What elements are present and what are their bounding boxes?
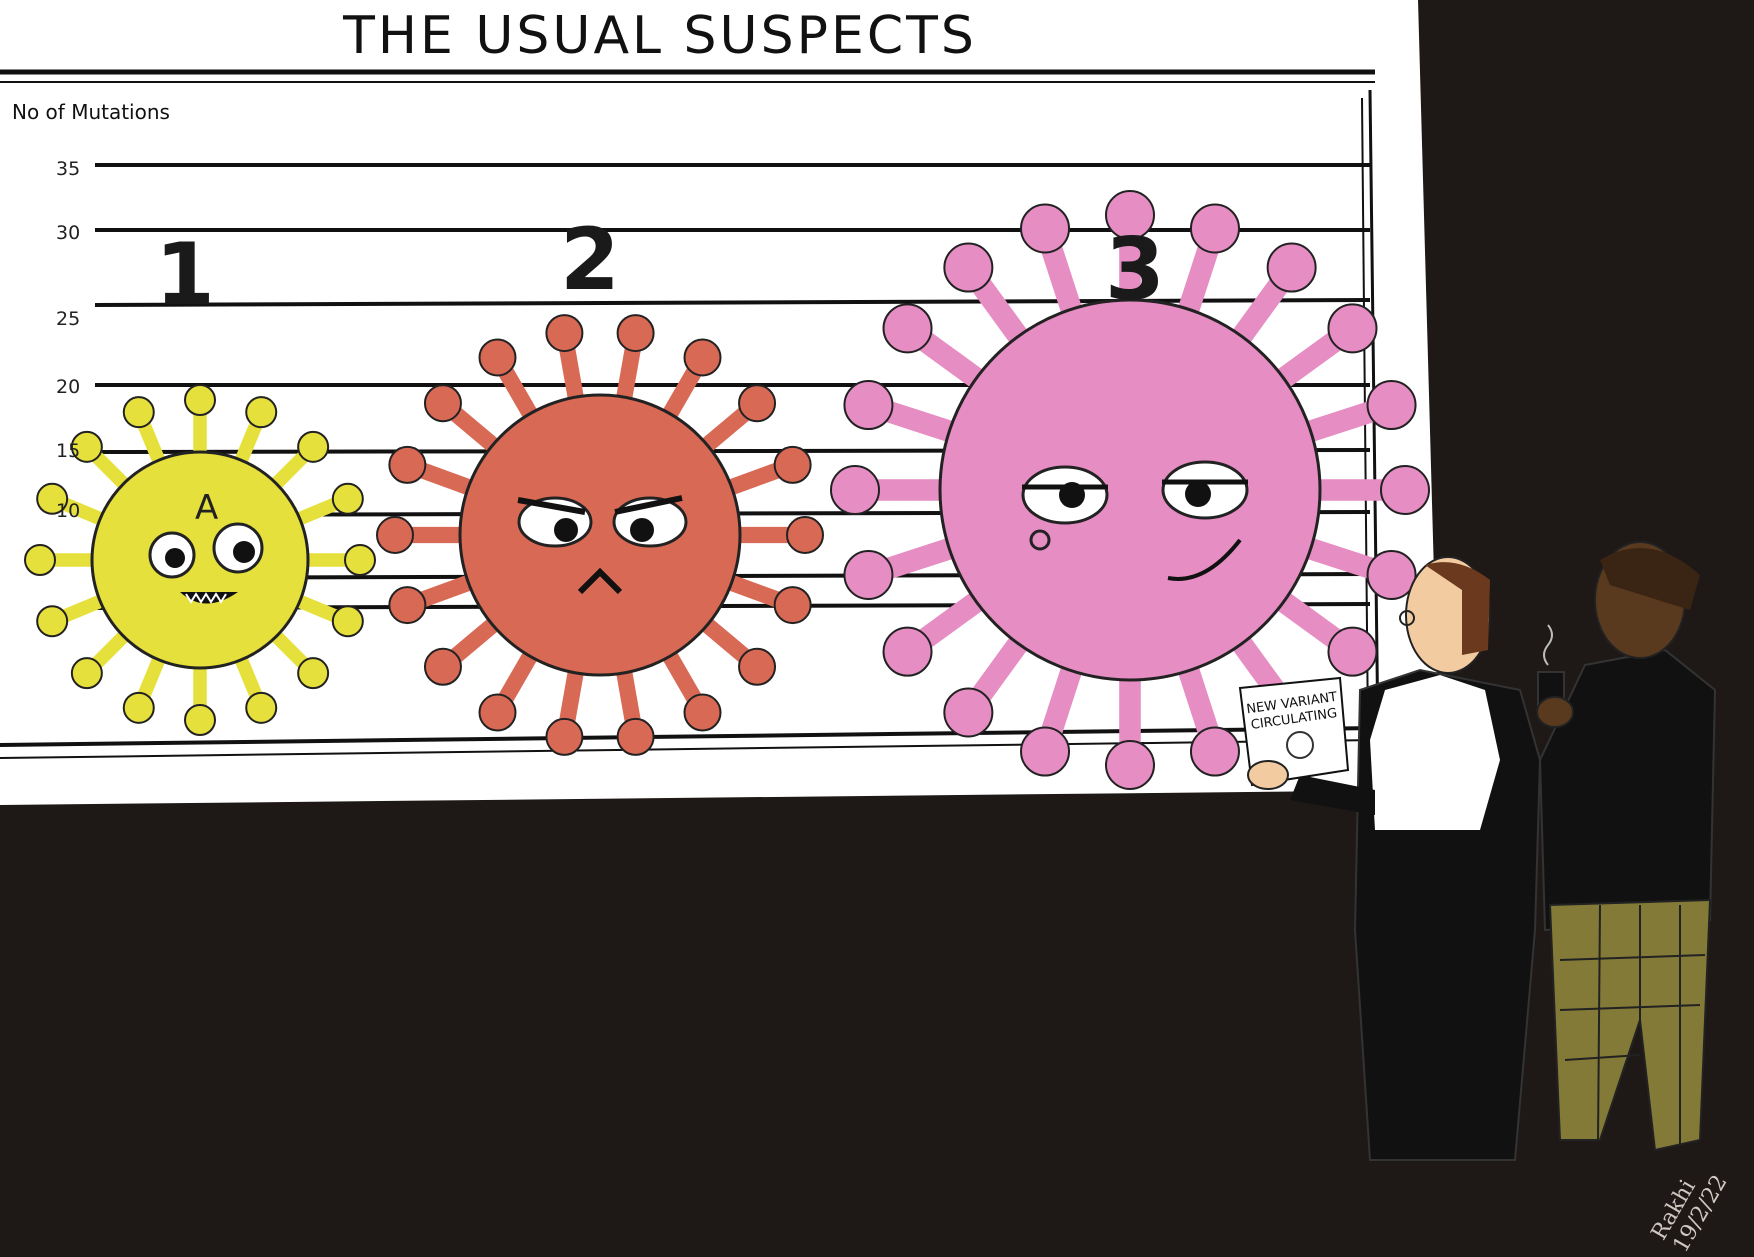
axis-tick: 35 bbox=[56, 158, 81, 180]
cartoon-scene: THE USUAL SUSPECTS No of Mutations 35 30… bbox=[0, 0, 1754, 1257]
scene-artwork bbox=[0, 0, 1717, 1161]
axis-label: No of Mutations bbox=[12, 100, 170, 124]
coffee-man bbox=[1536, 541, 1717, 1152]
axis-tick: 10 bbox=[56, 500, 81, 522]
steam-icon bbox=[1543, 624, 1553, 666]
axis-tick: 15 bbox=[56, 440, 81, 462]
axis-tick: 30 bbox=[56, 222, 81, 244]
axis-tick: 25 bbox=[56, 308, 81, 330]
suspect-number-2: 2 bbox=[560, 210, 620, 310]
suspect-number-1: 1 bbox=[155, 225, 215, 325]
variant-letter: A bbox=[195, 488, 219, 528]
axis-tick: 20 bbox=[56, 376, 81, 398]
page-title: THE USUAL SUSPECTS bbox=[343, 6, 977, 66]
virus-suspect-1 bbox=[24, 384, 376, 736]
suspect-number-3: 3 bbox=[1105, 220, 1165, 320]
